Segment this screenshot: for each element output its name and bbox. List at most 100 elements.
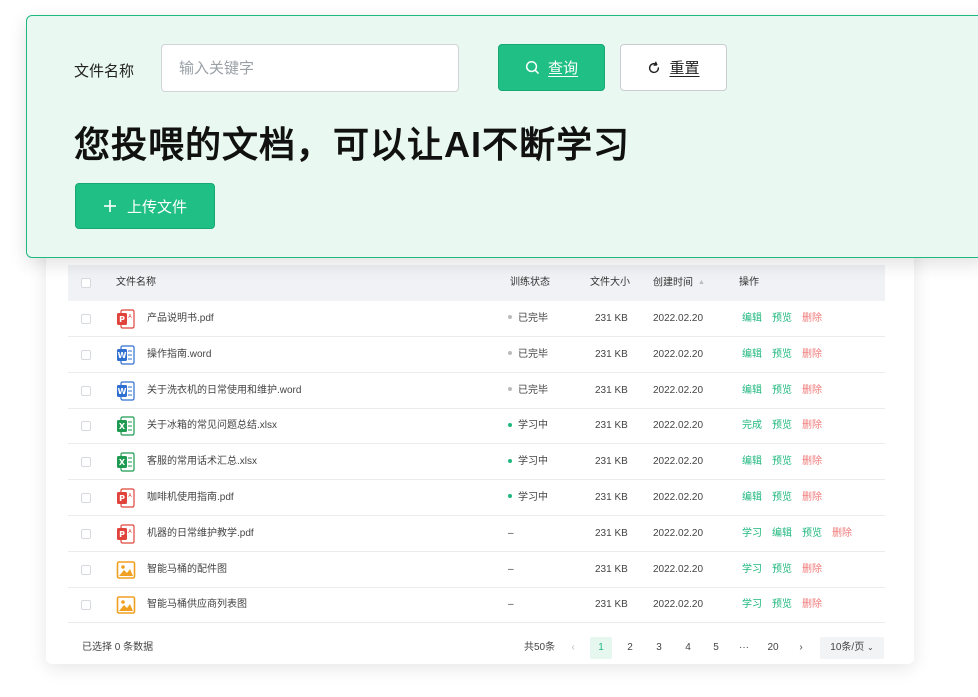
row-action-1[interactable]: 预览 [772,444,792,480]
upload-file-button[interactable]: 上传文件 [75,183,215,229]
row-checkbox[interactable] [81,421,91,432]
training-status: 学习中 [508,480,548,516]
table-header: 文件名称 训练状态 文件大小 创建时间 ▲ 操作 [68,265,885,301]
file-name[interactable]: 关于冰箱的常见问题总结.xlsx [147,408,277,444]
file-name[interactable]: 关于洗衣机的日常使用和维护.word [147,373,301,409]
svg-text:X: X [119,422,126,431]
header-file-size: 文件大小 [590,277,630,288]
reset-button[interactable]: 重置 [620,44,727,91]
training-status-label: 已完毕 [518,348,548,360]
row-actions: 完成 预览 删除 [742,408,832,444]
row-action-0[interactable]: 编辑 [742,301,762,337]
file-name[interactable]: 客服的常用话术汇总.xlsx [147,444,257,480]
header-created-time-label: 创建时间 [653,277,693,289]
search-input[interactable] [161,44,459,92]
row-action-2[interactable]: 删除 [802,373,822,409]
reset-button-label: 重置 [669,60,700,77]
row-action-1[interactable]: 编辑 [772,516,792,552]
training-status: 学习中 [508,408,548,444]
svg-text:P: P [119,315,125,324]
page-button[interactable]: 20 [762,637,784,659]
table-row: X 关于冰箱的常见问题总结.xlsx 学习中 231 KB 2022.02.20… [68,408,885,445]
file-size: 231 KB [595,384,628,396]
row-actions: 编辑 预览 删除 [742,337,832,373]
row-action-2[interactable]: 删除 [802,301,822,337]
sort-icon[interactable]: ▲ [698,265,705,301]
row-action-0[interactable]: 编辑 [742,337,762,373]
file-name[interactable]: 产品说明书.pdf [147,301,214,337]
status-dot [508,315,512,320]
row-action-1[interactable]: 预览 [772,480,792,516]
page-button[interactable]: 1 [590,637,612,659]
row-action-0[interactable]: 编辑 [742,373,762,409]
file-name[interactable]: 机器的日常维护教学.pdf [147,516,254,552]
next-page-icon[interactable]: › [790,637,812,659]
row-checkbox[interactable] [81,493,91,503]
row-action-1[interactable]: 预览 [772,587,792,623]
training-status: 已完毕 [508,301,548,337]
svg-text:X: X [119,458,126,467]
row-action-3[interactable]: 删除 [832,516,852,552]
row-checkbox[interactable] [81,564,91,575]
row-action-2[interactable]: 删除 [802,587,822,623]
page-size-label: 10条/页 [830,642,865,653]
row-action-1[interactable]: 预览 [772,408,792,444]
row-action-1[interactable]: 预览 [772,301,792,337]
row-action-2[interactable]: 预览 [802,516,822,552]
search-icon [525,60,539,74]
row-action-0[interactable]: 学习 [742,587,762,623]
headline: 您投喂的文档，可以让AI不断学习 [74,124,631,165]
row-checkbox[interactable] [81,528,91,539]
row-checkbox[interactable] [81,314,91,324]
status-dot [508,458,512,463]
row-action-1[interactable]: 预览 [772,337,792,373]
row-action-2[interactable]: 删除 [802,480,822,516]
row-actions: 编辑 预览 删除 [742,480,832,516]
file-size: 231 KB [595,492,628,503]
pdf-file-icon: AP [116,524,136,544]
status-dot [508,494,512,499]
header-created-time[interactable]: 创建时间 ▲ [653,265,705,301]
file-name[interactable]: 智能马桶的配件图 [147,552,227,588]
training-status-label: 学习中 [518,456,548,468]
query-button[interactable]: 查询 [498,44,605,91]
prev-page-icon[interactable]: ‹ [562,637,584,659]
selected-count: 已选择 0 条数据 [82,642,154,653]
svg-text:W: W [118,387,127,396]
select-all-checkbox[interactable] [81,278,91,288]
created-time: 2022.02.20 [653,420,704,432]
page-button[interactable]: 3 [648,637,670,659]
file-name[interactable]: 咖啡机使用指南.pdf [147,480,234,516]
file-name[interactable]: 智能马桶供应商列表图 [147,587,247,623]
upload-file-label: 上传文件 [126,198,187,216]
svg-text:P: P [119,494,125,503]
row-action-0[interactable]: 学习 [742,552,762,588]
table-row: AP 咖啡机使用指南.pdf 学习中 231 KB 2022.02.20 编辑预… [68,480,885,516]
page-button[interactable]: 4 [677,637,699,659]
refresh-icon [649,61,660,73]
table-row: 智能马桶供应商列表图 – 231 KB 2022.02.20 学习 预览 删除 [68,587,885,624]
row-action-2[interactable]: 删除 [802,337,822,373]
page-size-select[interactable]: 10条/页 ⌄ [820,637,884,659]
row-action-0[interactable]: 编辑 [742,444,762,480]
row-action-2[interactable]: 删除 [802,444,822,480]
row-action-2[interactable]: 删除 [802,552,822,588]
row-action-0[interactable]: 学习 [742,516,762,552]
row-action-1[interactable]: 预览 [772,373,792,409]
row-action-0[interactable]: 编辑 [742,480,762,516]
row-action-0[interactable]: 完成 [742,408,762,444]
row-action-1[interactable]: 预览 [772,552,792,588]
row-action-2[interactable]: 删除 [802,408,822,444]
training-status-label: – [508,563,514,575]
pagination-ellipsis[interactable]: ··· [733,637,755,659]
row-checkbox[interactable] [81,457,91,468]
row-checkbox[interactable] [81,349,91,360]
status-dot [508,351,512,356]
page-button[interactable]: 2 [619,637,641,659]
svg-text:A: A [128,493,132,499]
row-checkbox[interactable] [81,600,91,611]
page-button[interactable]: 5 [705,637,727,659]
row-checkbox[interactable] [81,385,91,396]
file-name[interactable]: 操作指南.word [147,337,211,373]
created-time: 2022.02.20 [653,527,704,539]
